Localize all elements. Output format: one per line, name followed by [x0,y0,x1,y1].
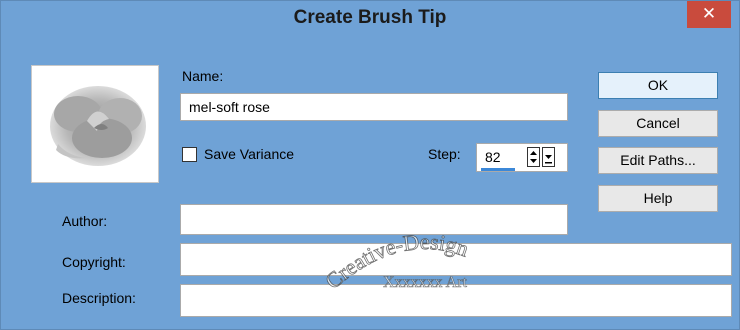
copyright-field[interactable] [180,243,732,276]
step-value: 82 [485,149,501,165]
arrow-up-icon [530,151,537,163]
spin-up-button[interactable] [527,147,540,167]
step-spinner[interactable] [527,146,559,168]
name-field[interactable]: mel-soft rose [180,93,568,121]
copyright-label: Copyright: [62,254,126,270]
ok-button[interactable]: OK [598,72,718,99]
help-button[interactable]: Help [598,185,718,212]
author-field[interactable] [180,204,568,235]
rose-brush-preview-icon [50,86,146,166]
spin-down-button[interactable] [542,147,555,167]
author-label: Author: [62,213,108,229]
step-focus-underline [481,168,515,171]
step-label: Step: [428,146,461,162]
description-label: Description: [62,290,136,306]
edit-paths-button[interactable]: Edit Paths... [598,147,718,174]
name-label: Name: [182,68,224,84]
brush-preview [31,65,159,183]
arrow-down-icon [545,155,552,164]
close-button[interactable]: ✕ [687,1,731,28]
save-variance-label: Save Variance [204,146,295,162]
dialog-title: Create Brush Tip [293,7,447,28]
save-variance-checkbox[interactable] [182,147,197,162]
close-icon: ✕ [701,4,717,23]
cancel-button[interactable]: Cancel [598,110,718,137]
title-bar[interactable]: Create Brush Tip ✕ [1,1,739,36]
description-field[interactable] [180,284,732,317]
